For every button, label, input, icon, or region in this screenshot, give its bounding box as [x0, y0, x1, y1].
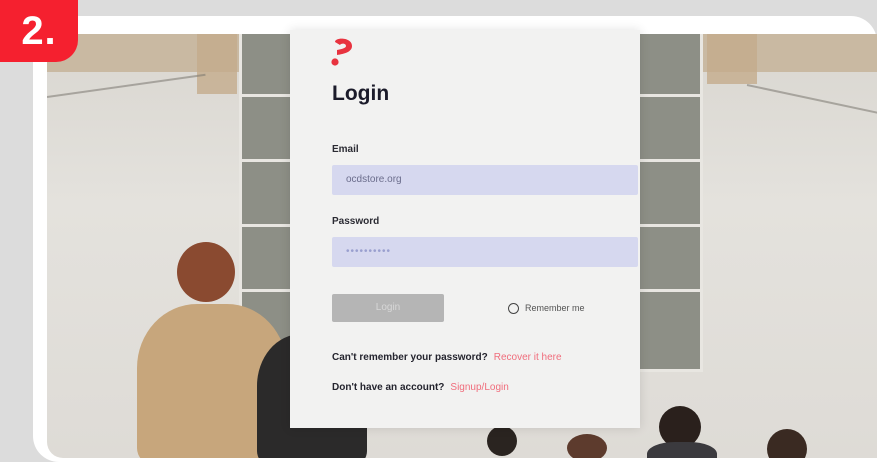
signup-link[interactable]: Signup/Login: [450, 382, 508, 393]
radio-circle-icon[interactable]: [508, 302, 519, 314]
email-label: Email: [332, 144, 359, 155]
remember-me-toggle[interactable]: Remember me: [508, 301, 585, 315]
signup-text: Don't have an account?: [332, 382, 445, 393]
string-lights: [47, 73, 206, 98]
person-head: [567, 434, 607, 458]
recover-password-link[interactable]: Recover it here: [494, 352, 562, 363]
remember-me-label: Remember me: [525, 303, 585, 313]
brand-logo-icon: [331, 38, 352, 66]
person-head: [177, 242, 235, 302]
step-badge: 2.: [0, 0, 78, 62]
email-field[interactable]: ocdstore.org: [332, 165, 638, 195]
forgot-password-text: Can't remember your password?: [332, 352, 488, 363]
password-field[interactable]: ••••••••••: [332, 237, 638, 267]
person-head: [487, 426, 517, 456]
person-head: [767, 429, 807, 458]
person-body: [647, 442, 717, 458]
window-right: [637, 34, 703, 372]
string-lights: [746, 84, 877, 116]
login-card: Login Email ocdstore.org Password ••••••…: [290, 30, 640, 428]
password-label: Password: [332, 216, 380, 227]
login-title: Login: [332, 82, 390, 105]
brick-patch: [707, 34, 757, 84]
login-button[interactable]: Login: [332, 294, 444, 322]
brick-patch: [197, 34, 237, 94]
signup-row: Don't have an account? Signup/Login: [332, 382, 509, 393]
forgot-password-row: Can't remember your password? Recover it …: [332, 352, 562, 363]
